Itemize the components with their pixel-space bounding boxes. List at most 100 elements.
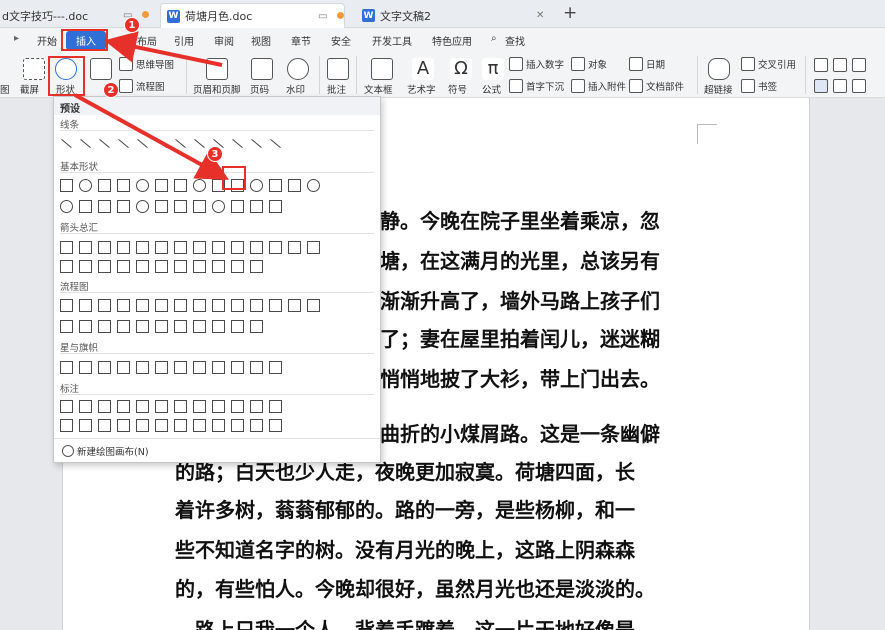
shape-option[interactable] — [61, 138, 72, 149]
shape-option[interactable] — [118, 138, 129, 149]
attach-button[interactable]: 插入附件 — [571, 79, 626, 93]
shape-option[interactable] — [136, 419, 149, 432]
shape-option[interactable] — [288, 299, 301, 312]
tab-doc-2[interactable]: W 荷塘月色.doc ▭ — [160, 3, 345, 28]
shape-option[interactable] — [307, 241, 320, 254]
shape-option[interactable] — [117, 320, 130, 333]
insert-number-button[interactable]: 插入数字 — [509, 57, 564, 71]
shape-option[interactable] — [155, 299, 168, 312]
shape-option[interactable] — [98, 361, 111, 374]
tab-doc-3[interactable]: W 文字文稿2 ✕ — [356, 3, 552, 28]
shape-option[interactable] — [174, 419, 187, 432]
shape-option[interactable] — [155, 400, 168, 413]
drop-cap-button[interactable]: 首字下沉 — [509, 79, 564, 93]
shape-option[interactable] — [307, 179, 320, 192]
watermark-button[interactable]: 水印 — [286, 82, 305, 96]
shape-option[interactable] — [174, 400, 187, 413]
shape-option[interactable] — [155, 419, 168, 432]
shape-option[interactable] — [156, 138, 167, 149]
shape-option[interactable] — [250, 320, 263, 333]
shape-option[interactable] — [269, 200, 282, 213]
shape-option[interactable] — [231, 299, 244, 312]
shape-option[interactable] — [136, 200, 149, 213]
shape-option[interactable] — [60, 299, 73, 312]
shape-option[interactable] — [99, 138, 110, 149]
shape-option[interactable] — [117, 299, 130, 312]
layout-icon[interactable] — [814, 58, 828, 72]
shape-option[interactable] — [155, 260, 168, 273]
date-button[interactable]: 日期 — [629, 57, 665, 71]
menu-page-layout[interactable]: 页面布局 — [117, 33, 157, 48]
shape-option[interactable] — [136, 299, 149, 312]
shape-option[interactable] — [60, 200, 73, 213]
shape-option[interactable] — [269, 400, 282, 413]
shape-option[interactable] — [79, 400, 92, 413]
shape-option[interactable] — [231, 260, 244, 273]
ribbon-left-label[interactable]: 图 — [0, 82, 10, 96]
shape-option[interactable] — [231, 419, 244, 432]
shape-option[interactable] — [212, 200, 225, 213]
shape-option[interactable] — [251, 138, 262, 149]
shape-option[interactable] — [174, 260, 187, 273]
shape-option[interactable] — [60, 179, 73, 192]
layout-icon[interactable] — [833, 58, 847, 72]
shape-option[interactable] — [79, 320, 92, 333]
shape-option[interactable] — [193, 179, 206, 192]
header-footer-button[interactable]: 页眉和页脚 — [193, 82, 241, 96]
shape-option[interactable] — [231, 400, 244, 413]
shape-option[interactable] — [155, 361, 168, 374]
shape-option[interactable] — [98, 200, 111, 213]
shape-option[interactable] — [79, 361, 92, 374]
shape-option[interactable] — [232, 138, 243, 149]
shape-option[interactable] — [193, 241, 206, 254]
shape-option[interactable] — [117, 419, 130, 432]
layout-icon[interactable] — [852, 79, 866, 93]
formula-button[interactable]: 公式 — [482, 82, 501, 96]
shape-option[interactable] — [155, 200, 168, 213]
shape-option[interactable] — [231, 241, 244, 254]
shape-option[interactable] — [155, 179, 168, 192]
shape-option[interactable] — [117, 200, 130, 213]
shape-option[interactable] — [98, 419, 111, 432]
shape-option[interactable] — [174, 179, 187, 192]
shape-option[interactable] — [79, 200, 92, 213]
shape-option[interactable] — [79, 241, 92, 254]
menu-review[interactable]: 审阅 — [214, 33, 234, 48]
shape-option[interactable] — [212, 241, 225, 254]
shape-option[interactable] — [212, 361, 225, 374]
shape-option[interactable] — [117, 400, 130, 413]
close-icon[interactable]: ✕ — [536, 10, 544, 21]
shape-option[interactable] — [60, 260, 73, 273]
comment-button[interactable]: 批注 — [327, 82, 346, 96]
symbol-button[interactable]: 符号 — [448, 82, 467, 96]
shape-option[interactable] — [212, 299, 225, 312]
shape-option[interactable] — [250, 361, 263, 374]
shape-option[interactable] — [136, 241, 149, 254]
new-canvas-button[interactable]: 新建绘图画布(N) — [62, 444, 149, 458]
shape-option[interactable] — [231, 200, 244, 213]
shape-option[interactable] — [288, 179, 301, 192]
shape-option[interactable] — [79, 260, 92, 273]
shape-option[interactable] — [155, 241, 168, 254]
crossref-button[interactable]: 交叉引用 — [741, 57, 796, 71]
shape-option[interactable] — [193, 260, 206, 273]
hyperlink-button[interactable]: 超链接 — [704, 82, 733, 96]
shape-option[interactable] — [212, 260, 225, 273]
shape-option[interactable] — [212, 320, 225, 333]
shape-option[interactable] — [250, 400, 263, 413]
shape-option[interactable] — [269, 361, 282, 374]
shape-option[interactable] — [231, 320, 244, 333]
shape-option[interactable] — [98, 260, 111, 273]
shape-option[interactable] — [174, 200, 187, 213]
shape-option[interactable] — [193, 320, 206, 333]
shape-option[interactable] — [193, 419, 206, 432]
bookmark-button[interactable]: 书签 — [741, 79, 777, 93]
new-tab-button[interactable]: + — [563, 3, 577, 23]
shape-option[interactable] — [117, 361, 130, 374]
textbox-button[interactable]: 文本框 — [364, 82, 393, 96]
shape-option[interactable] — [136, 361, 149, 374]
shape-option[interactable] — [193, 361, 206, 374]
shape-option[interactable] — [98, 299, 111, 312]
shape-option[interactable] — [80, 138, 91, 149]
doc-parts-button[interactable]: 文档部件 — [629, 79, 684, 93]
